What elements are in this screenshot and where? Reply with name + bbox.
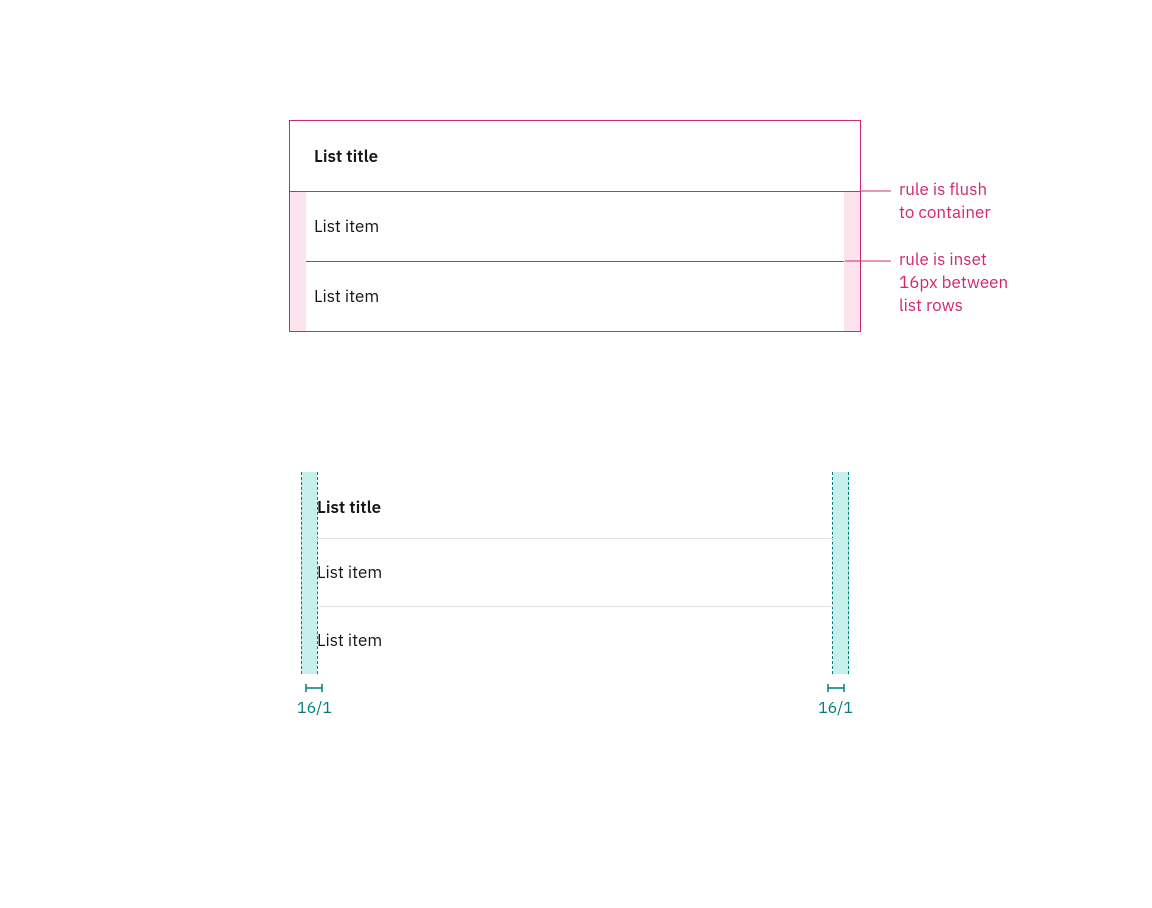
list-row: List item — [290, 261, 860, 331]
list-item-text: List item — [317, 629, 382, 651]
list-row: List item — [289, 606, 861, 674]
measure-right: 16/1 — [818, 682, 853, 718]
list-container: List title List item List item — [289, 120, 861, 332]
measure-left: 16/1 — [297, 682, 332, 718]
list-spec-pink: List title List item List item rule is f… — [289, 120, 861, 332]
list-title: List title — [289, 476, 861, 538]
annotation-flush: rule is flush to container — [899, 178, 1039, 224]
padding-highlight-right — [844, 191, 860, 261]
padding-highlight-left — [290, 261, 306, 331]
divider-flush — [290, 191, 860, 192]
measure-row: 16/1 16/1 — [289, 674, 861, 734]
list-item-text: List item — [314, 215, 379, 237]
list-title-text: List title — [314, 145, 378, 167]
divider — [317, 606, 833, 607]
list-stack: List title List item List item — [289, 472, 861, 674]
list-item-text: List item — [314, 285, 379, 307]
list-title-text: List title — [317, 496, 381, 518]
divider-inset — [306, 261, 844, 262]
measure-label: 16/1 — [818, 698, 853, 718]
list-content: List title List item List item — [289, 472, 861, 674]
measure-bracket-icon — [302, 682, 326, 694]
annotation-leader-lines — [861, 120, 901, 332]
annotation-inset: rule is inset 16px between list rows — [899, 248, 1059, 317]
measure-label: 16/1 — [297, 698, 332, 718]
measure-bracket-icon — [824, 682, 848, 694]
list-title: List title — [290, 121, 860, 191]
padding-highlight-left — [290, 191, 306, 261]
list-row: List item — [289, 538, 861, 606]
list-item-text: List item — [317, 561, 382, 583]
list-row: List item — [290, 191, 860, 261]
divider — [317, 538, 833, 539]
list-spec-teal: List title List item List item 16/1 — [289, 472, 861, 734]
padding-highlight-right — [844, 261, 860, 331]
